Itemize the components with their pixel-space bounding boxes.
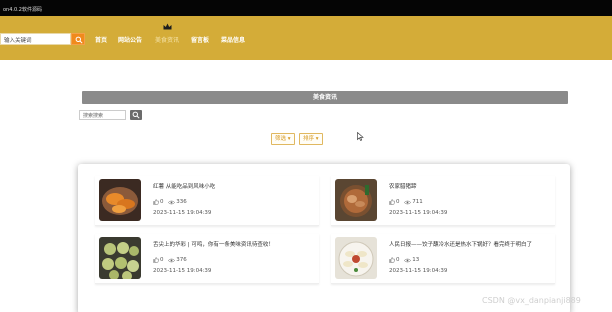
filter-dropdown[interactable]: 筛选 ▾ <box>271 133 295 145</box>
thumbs-up-icon <box>389 199 395 205</box>
news-card-title[interactable]: 舌尖上的华彩 | 可鸣，你有一条美味资讯待查收！ <box>153 240 318 248</box>
news-card-title[interactable]: 人民日报——饺子蘸冷水还是热水下锅好？看完终于明白了 <box>389 240 554 248</box>
nav-message-board[interactable]: 留言板 <box>191 35 209 44</box>
news-card-title[interactable]: 红薯 从能吃品到风味小吃 <box>153 182 318 190</box>
news-thumbnail-dumpling-plate <box>335 237 377 279</box>
thumbs-up-icon <box>153 199 159 205</box>
eye-icon <box>168 258 176 262</box>
likes-count: 0 <box>396 199 400 205</box>
thumbs-up-icon <box>153 257 159 263</box>
likes-count: 0 <box>160 257 164 263</box>
news-card-date: 2023-11-15 19:04:39 <box>389 210 448 216</box>
news-list-panel: 红薯 从能吃品到风味小吃 0 336 2023-11-15 19:04:39 农… <box>78 164 570 312</box>
news-card-date: 2023-11-15 19:04:39 <box>389 268 448 274</box>
window-title-bar: on4.0.2软件源码 <box>0 0 612 16</box>
nav-home[interactable]: 首页 <box>95 35 107 44</box>
news-search-button[interactable] <box>130 110 142 120</box>
news-card[interactable]: 舌尖上的华彩 | 可鸣，你有一条美味资讯待查收！ 0 376 2023-11-1… <box>95 234 319 284</box>
news-card-date: 2023-11-15 19:04:39 <box>153 268 212 274</box>
news-thumbnail-sweet-potato <box>99 179 141 221</box>
likes-count: 0 <box>160 199 164 205</box>
likes-count: 0 <box>396 257 400 263</box>
crown-icon <box>163 23 172 30</box>
nav-announcements[interactable]: 网站公告 <box>118 35 142 44</box>
window-title: on4.0.2软件源码 <box>3 7 42 13</box>
news-card-date: 2023-11-15 19:04:39 <box>153 210 212 216</box>
news-search-input[interactable]: 搜索搜索 <box>79 110 126 120</box>
header-search-button[interactable] <box>71 33 85 45</box>
csdn-watermark: CSDN @vx_danpianji889 <box>482 296 581 305</box>
sort-dropdown[interactable]: 排序 ▾ <box>299 133 323 145</box>
views-count: 376 <box>176 257 187 263</box>
news-thumbnail-dumplings <box>99 237 141 279</box>
search-icon <box>75 36 83 44</box>
site-header: 输入关键词 首页 网站公告 美食资讯 留言板 菜品信息 <box>0 16 612 60</box>
views-count: 711 <box>412 199 423 205</box>
news-card[interactable]: 农家腊猪蹄 0 711 2023-11-15 19:04:39 <box>331 176 555 226</box>
header-search-input[interactable]: 输入关键词 <box>0 33 71 45</box>
eye-icon <box>404 200 412 204</box>
nav-dish-info[interactable]: 菜品信息 <box>221 35 245 44</box>
eye-icon <box>404 258 412 262</box>
views-count: 336 <box>176 199 187 205</box>
news-card-stats: 0 711 <box>389 199 423 206</box>
thumbs-up-icon <box>389 257 395 263</box>
mouse-cursor-icon <box>357 132 364 141</box>
news-card-stats: 0 376 <box>153 257 187 264</box>
search-icon <box>132 111 140 119</box>
news-card-stats: 0 13 <box>389 257 419 264</box>
news-card[interactable]: 红薯 从能吃品到风味小吃 0 336 2023-11-15 19:04:39 <box>95 176 319 226</box>
news-card[interactable]: 人民日报——饺子蘸冷水还是热水下锅好？看完终于明白了 0 13 2023-11-… <box>331 234 555 284</box>
news-section-title: 美食资讯 <box>82 91 568 104</box>
views-count: 13 <box>412 257 420 263</box>
news-thumbnail-pork-trotter <box>335 179 377 221</box>
nav-food-news[interactable]: 美食资讯 <box>155 35 179 44</box>
news-card-stats: 0 336 <box>153 199 187 206</box>
eye-icon <box>168 200 176 204</box>
news-card-title[interactable]: 农家腊猪蹄 <box>389 182 554 190</box>
